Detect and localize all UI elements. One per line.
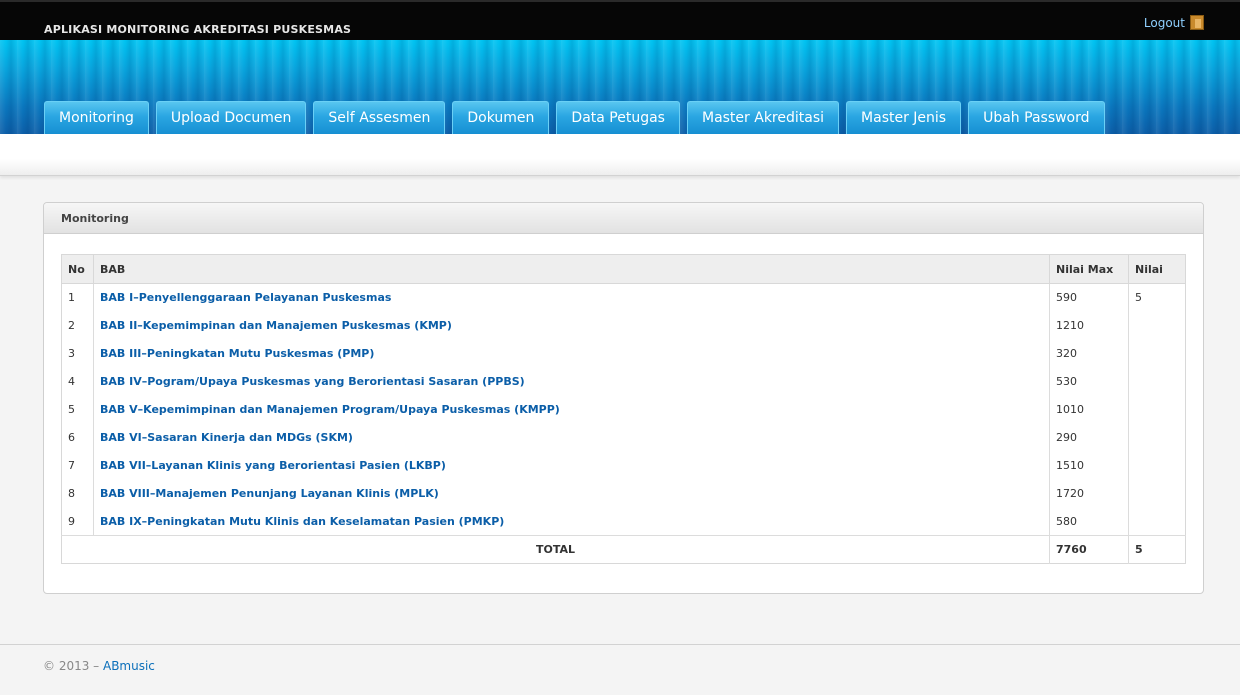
sub-header-bar <box>0 134 1240 176</box>
main-nav: Monitoring Upload Documen Self Assesmen … <box>44 101 1105 134</box>
col-header-nilai: Nilai <box>1128 254 1186 284</box>
row-nilai <box>1128 367 1186 396</box>
row-nilai-max: 1720 <box>1049 479 1129 508</box>
row-no: 5 <box>61 395 94 424</box>
row-nilai <box>1128 423 1186 452</box>
table-row: 5 BAB V–Kepemimpinan dan Manajemen Progr… <box>61 395 1186 424</box>
table-row: 7 BAB VII–Layanan Klinis yang Berorienta… <box>61 451 1186 480</box>
row-nilai <box>1128 451 1186 480</box>
bab-link[interactable]: BAB VI–Sasaran Kinerja dan MDGs (SKM) <box>100 431 353 444</box>
col-header-nilai-max: Nilai Max <box>1049 254 1129 284</box>
door-icon <box>1190 15 1204 30</box>
row-no: 6 <box>61 423 94 452</box>
row-no: 9 <box>61 507 94 536</box>
row-no: 3 <box>61 339 94 368</box>
col-header-bab: BAB <box>93 254 1050 284</box>
total-nilai: 5 <box>1128 535 1186 564</box>
table-row: 4 BAB IV–Pogram/Upaya Puskesmas yang Ber… <box>61 367 1186 396</box>
row-nilai-max: 320 <box>1049 339 1129 368</box>
total-row: TOTAL 7760 5 <box>61 535 1186 564</box>
footer: © 2013 – ABmusic <box>0 644 1240 695</box>
row-nilai: 5 <box>1128 283 1186 312</box>
bab-link[interactable]: BAB I–Penyellenggaraan Pelayanan Puskesm… <box>100 291 391 304</box>
nav-tab-data-petugas[interactable]: Data Petugas <box>556 101 680 134</box>
row-no: 1 <box>61 283 94 312</box>
table-row: 6 BAB VI–Sasaran Kinerja dan MDGs (SKM) … <box>61 423 1186 452</box>
nav-tab-master-akreditasi[interactable]: Master Akreditasi <box>686 101 840 134</box>
row-nilai <box>1128 395 1186 424</box>
copyright: © 2013 – ABmusic <box>43 659 155 673</box>
bab-link[interactable]: BAB II–Kepemimpinan dan Manajemen Puskes… <box>100 319 452 332</box>
row-nilai <box>1128 311 1186 340</box>
nav-tab-upload-documen[interactable]: Upload Documen <box>155 101 307 134</box>
bab-link[interactable]: BAB VII–Layanan Klinis yang Berorientasi… <box>100 459 446 472</box>
row-no: 2 <box>61 311 94 340</box>
bab-link[interactable]: BAB IX–Peningkatan Mutu Klinis dan Kesel… <box>100 515 504 528</box>
logout-link[interactable]: Logout <box>1144 15 1204 30</box>
row-nilai-max: 290 <box>1049 423 1129 452</box>
nav-tab-ubah-password[interactable]: Ubah Password <box>968 101 1105 134</box>
panel-title: Monitoring <box>44 203 1203 234</box>
bab-link[interactable]: BAB IV–Pogram/Upaya Puskesmas yang Beror… <box>100 375 525 388</box>
row-no: 4 <box>61 367 94 396</box>
table-header-row: No BAB Nilai Max Nilai <box>61 254 1186 284</box>
nav-tab-master-jenis[interactable]: Master Jenis <box>846 101 962 134</box>
total-label: TOTAL <box>61 535 1050 564</box>
bab-link[interactable]: BAB V–Kepemimpinan dan Manajemen Program… <box>100 403 560 416</box>
bab-link[interactable]: BAB VIII–Manajemen Penunjang Layanan Kli… <box>100 487 439 500</box>
row-nilai-max: 580 <box>1049 507 1129 536</box>
total-nilai-max: 7760 <box>1049 535 1129 564</box>
copyright-text: © 2013 – <box>43 659 103 673</box>
row-nilai-max: 1510 <box>1049 451 1129 480</box>
col-header-no: No <box>61 254 94 284</box>
footer-link[interactable]: ABmusic <box>103 659 155 673</box>
row-nilai-max: 530 <box>1049 367 1129 396</box>
logout-label: Logout <box>1143 15 1185 30</box>
top-bar: APLIKASI MONITORING AKREDITASI PUSKESMAS… <box>0 0 1240 40</box>
row-nilai <box>1128 479 1186 508</box>
nav-tab-dokumen[interactable]: Dokumen <box>452 101 550 134</box>
app-title: APLIKASI MONITORING AKREDITASI PUSKESMAS <box>44 23 352 36</box>
row-nilai-max: 1210 <box>1049 311 1129 340</box>
row-no: 8 <box>61 479 94 508</box>
table-row: 3 BAB III–Peningkatan Mutu Puskesmas (PM… <box>61 339 1186 368</box>
nav-tab-self-assesmen[interactable]: Self Assesmen <box>313 101 446 134</box>
table-row: 1 BAB I–Penyellenggaraan Pelayanan Puske… <box>61 283 1186 312</box>
row-nilai-max: 590 <box>1049 283 1129 312</box>
bab-link[interactable]: BAB III–Peningkatan Mutu Puskesmas (PMP) <box>100 347 374 360</box>
row-nilai <box>1128 507 1186 536</box>
monitoring-panel: Monitoring No BAB Nilai Max Nilai 1 BAB … <box>43 202 1204 594</box>
row-no: 7 <box>61 451 94 480</box>
table-row: 2 BAB II–Kepemimpinan dan Manajemen Pusk… <box>61 311 1186 340</box>
row-nilai-max: 1010 <box>1049 395 1129 424</box>
nav-tab-monitoring[interactable]: Monitoring <box>44 101 149 134</box>
monitoring-table: No BAB Nilai Max Nilai 1 BAB I–Penyellen… <box>61 254 1186 564</box>
table-row: 9 BAB IX–Peningkatan Mutu Klinis dan Kes… <box>61 507 1186 536</box>
row-nilai <box>1128 339 1186 368</box>
table-row: 8 BAB VIII–Manajemen Penunjang Layanan K… <box>61 479 1186 508</box>
